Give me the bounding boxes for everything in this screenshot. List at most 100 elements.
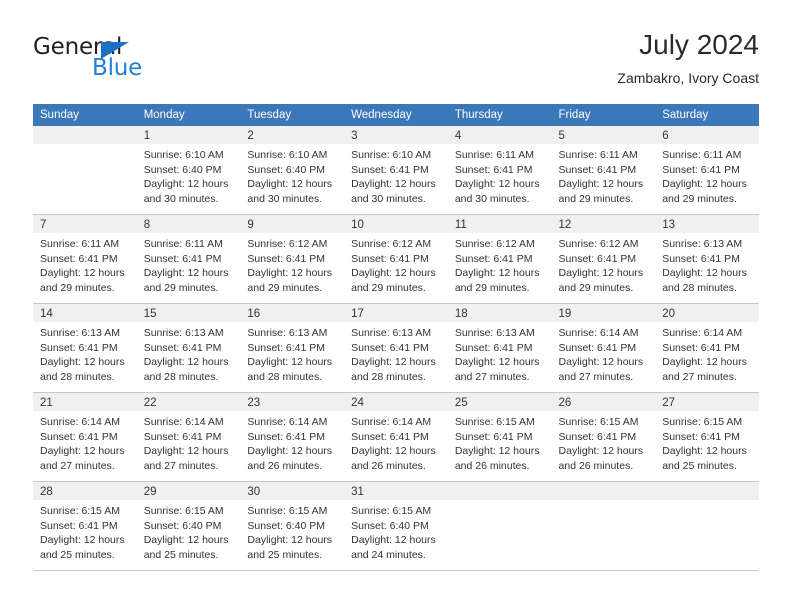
calendar-day-cell[interactable]: 12 Sunrise: 6:12 AM Sunset: 6:41 PM Dayligh… [551,214,656,304]
day-number [33,126,137,144]
day-details: Sunrise: 6:15 AM Sunset: 6:40 PM Daylight:… [137,500,241,562]
sunset-text: Sunset: 6:41 PM [662,252,740,265]
calendar-day-cell[interactable]: 2 Sunrise: 6:10 AM Sunset: 6:40 PM Daylight… [240,126,345,215]
weekday-header-sunday: Sunday [33,104,137,126]
calendar-week-row: 21 Sunrise: 6:14 AM Sunset: 6:41 PM Dayligh… [33,392,759,482]
daylight-text: Daylight: 12 hours and 29 minutes. [558,178,644,205]
sunrise-text: Sunrise: 6:15 AM [662,416,743,428]
sunset-text: Sunset: 6:41 PM [143,430,222,443]
calendar-day-cell[interactable]: 1 Sunrise: 6:10 AM Sunset: 6:40 PM Daylight… [136,126,241,215]
day-number: 28 [33,482,137,500]
calendar-day-cell[interactable]: 14 Sunrise: 6:13 AM Sunset: 6:41 PM Dayligh… [33,303,137,393]
calendar-day-cell[interactable]: 29 Sunrise: 6:15 AM Sunset: 6:40 PM Dayligh… [136,481,241,571]
sunset-text: Sunset: 6:41 PM [40,430,118,443]
day-details: Sunrise: 6:13 AM Sunset: 6:41 PM Daylight:… [240,322,344,384]
day-number: 15 [136,304,241,322]
sunrise-text: Sunrise: 6:15 AM [454,416,535,428]
daylight-text: Daylight: 12 hours and 29 minutes. [454,267,540,294]
sunset-text: Sunset: 6:41 PM [558,341,637,354]
daylight-text: Daylight: 12 hours and 28 minutes. [662,267,747,294]
calendar-day-cell[interactable]: 10 Sunrise: 6:12 AM Sunset: 6:41 PM Dayligh… [344,214,448,304]
day-details: Sunrise: 6:10 AM Sunset: 6:40 PM Daylight:… [137,144,241,206]
page-header: General Blue July 2024 Zambakro, Ivory C… [33,28,759,98]
day-number: 2 [240,126,345,144]
calendar-day-cell[interactable]: 26 Sunrise: 6:15 AM Sunset: 6:41 PM Dayligh… [551,392,656,482]
daylight-text: Daylight: 12 hours and 26 minutes. [454,445,540,472]
calendar-day-cell[interactable]: 21 Sunrise: 6:14 AM Sunset: 6:41 PM Dayligh… [33,392,137,482]
sunset-text: Sunset: 6:41 PM [40,252,118,265]
sunset-text: Sunset: 6:41 PM [662,163,740,176]
sunset-text: Sunset: 6:41 PM [454,252,533,265]
day-number: 5 [551,126,656,144]
sunrise-text: Sunrise: 6:11 AM [662,149,742,161]
day-details: Sunrise: 6:13 AM Sunset: 6:41 PM Daylight:… [33,322,137,384]
daylight-text: Daylight: 12 hours and 28 minutes. [247,356,333,383]
day-number: 29 [136,482,241,500]
calendar-day-cell[interactable]: 19 Sunrise: 6:14 AM Sunset: 6:41 PM Dayligh… [551,303,656,393]
daylight-text: Daylight: 12 hours and 29 minutes. [40,267,125,294]
daylight-text: Daylight: 12 hours and 25 minutes. [247,534,333,561]
calendar-day-cell[interactable]: 27 Sunrise: 6:15 AM Sunset: 6:41 PM Dayligh… [655,392,759,482]
day-number [655,482,759,500]
day-number: 21 [33,393,137,411]
calendar-day-cell[interactable]: 9 Sunrise: 6:12 AM Sunset: 6:41 PM Daylight… [240,214,345,304]
calendar-day-cell[interactable]: 16 Sunrise: 6:13 AM Sunset: 6:41 PM Dayligh… [240,303,345,393]
day-number: 30 [240,482,345,500]
weekday-header-friday: Friday [551,104,656,126]
calendar-day-cell[interactable]: 15 Sunrise: 6:13 AM Sunset: 6:41 PM Dayligh… [136,303,241,393]
calendar-day-cell[interactable]: 4 Sunrise: 6:11 AM Sunset: 6:41 PM Daylight… [447,126,552,215]
day-details: Sunrise: 6:12 AM Sunset: 6:41 PM Daylight:… [448,233,552,295]
calendar-day-cell[interactable]: 3 Sunrise: 6:10 AM Sunset: 6:41 PM Daylight… [344,126,448,215]
calendar-day-cell[interactable]: 31 Sunrise: 6:15 AM Sunset: 6:40 PM Dayligh… [344,481,448,571]
calendar-day-cell[interactable]: 5 Sunrise: 6:11 AM Sunset: 6:41 PM Daylight… [551,126,656,215]
sunrise-text: Sunrise: 6:11 AM [558,149,638,161]
calendar-day-cell[interactable]: 20 Sunrise: 6:14 AM Sunset: 6:41 PM Dayligh… [655,303,759,393]
day-number: 31 [344,482,448,500]
day-number: 17 [344,304,448,322]
daylight-text: Daylight: 12 hours and 29 minutes. [662,178,747,205]
sunrise-text: Sunrise: 6:11 AM [40,238,120,250]
calendar-day-cell[interactable]: 6 Sunrise: 6:11 AM Sunset: 6:41 PM Daylight… [655,126,759,215]
day-number: 7 [33,215,137,233]
calendar-day-cell[interactable]: 13 Sunrise: 6:13 AM Sunset: 6:41 PM Dayligh… [655,214,759,304]
calendar-day-cell[interactable]: 25 Sunrise: 6:15 AM Sunset: 6:41 PM Dayligh… [447,392,552,482]
daylight-text: Daylight: 12 hours and 28 minutes. [40,356,125,383]
calendar-day-cell[interactable]: 11 Sunrise: 6:12 AM Sunset: 6:41 PM Dayligh… [447,214,552,304]
daylight-text: Daylight: 12 hours and 27 minutes. [454,356,540,383]
day-details: Sunrise: 6:11 AM Sunset: 6:41 PM Daylight:… [137,233,241,295]
sunrise-text: Sunrise: 6:13 AM [662,238,743,250]
daylight-text: Daylight: 12 hours and 30 minutes. [454,178,540,205]
calendar-day-cell[interactable]: 7 Sunrise: 6:11 AM Sunset: 6:41 PM Daylight… [33,214,137,304]
calendar-day-cell[interactable]: 17 Sunrise: 6:13 AM Sunset: 6:41 PM Dayligh… [344,303,448,393]
calendar-day-cell[interactable]: 23 Sunrise: 6:14 AM Sunset: 6:41 PM Dayligh… [240,392,345,482]
day-details: Sunrise: 6:13 AM Sunset: 6:41 PM Daylight:… [448,322,552,384]
daylight-text: Daylight: 12 hours and 27 minutes. [558,356,644,383]
day-number: 11 [447,215,552,233]
daylight-text: Daylight: 12 hours and 29 minutes. [351,267,436,294]
calendar-day-cell[interactable]: 30 Sunrise: 6:15 AM Sunset: 6:40 PM Dayligh… [240,481,345,571]
calendar-day-cell[interactable]: 8 Sunrise: 6:11 AM Sunset: 6:41 PM Daylight… [136,214,241,304]
calendar-day-cell[interactable]: 22 Sunrise: 6:14 AM Sunset: 6:41 PM Dayligh… [136,392,241,482]
day-number: 20 [655,304,759,322]
calendar-day-cell[interactable]: 18 Sunrise: 6:13 AM Sunset: 6:41 PM Dayligh… [447,303,552,393]
sunrise-text: Sunrise: 6:10 AM [351,149,432,161]
logo-text-blue: Blue [92,55,143,81]
sunrise-text: Sunrise: 6:11 AM [454,149,534,161]
sunset-text: Sunset: 6:41 PM [247,252,326,265]
sunset-text: Sunset: 6:41 PM [351,430,429,443]
day-details: Sunrise: 6:10 AM Sunset: 6:40 PM Daylight:… [240,144,344,206]
daylight-text: Daylight: 12 hours and 25 minutes. [40,534,125,561]
sunset-text: Sunset: 6:41 PM [454,163,533,176]
sunrise-text: Sunrise: 6:15 AM [143,505,224,517]
day-number: 8 [136,215,241,233]
day-number: 22 [136,393,241,411]
calendar-week-row: 7 Sunrise: 6:11 AM Sunset: 6:41 PM Daylight… [33,214,759,304]
calendar-day-cell[interactable]: 28 Sunrise: 6:15 AM Sunset: 6:41 PM Dayligh… [33,481,137,571]
day-number: 12 [551,215,656,233]
daylight-text: Daylight: 12 hours and 28 minutes. [143,356,229,383]
calendar-day-cell[interactable]: 24 Sunrise: 6:14 AM Sunset: 6:41 PM Dayligh… [344,392,448,482]
day-details: Sunrise: 6:13 AM Sunset: 6:41 PM Daylight:… [137,322,241,384]
day-details: Sunrise: 6:10 AM Sunset: 6:41 PM Daylight:… [344,144,448,206]
sunset-text: Sunset: 6:41 PM [247,341,326,354]
day-details: Sunrise: 6:14 AM Sunset: 6:41 PM Daylight:… [552,322,656,384]
